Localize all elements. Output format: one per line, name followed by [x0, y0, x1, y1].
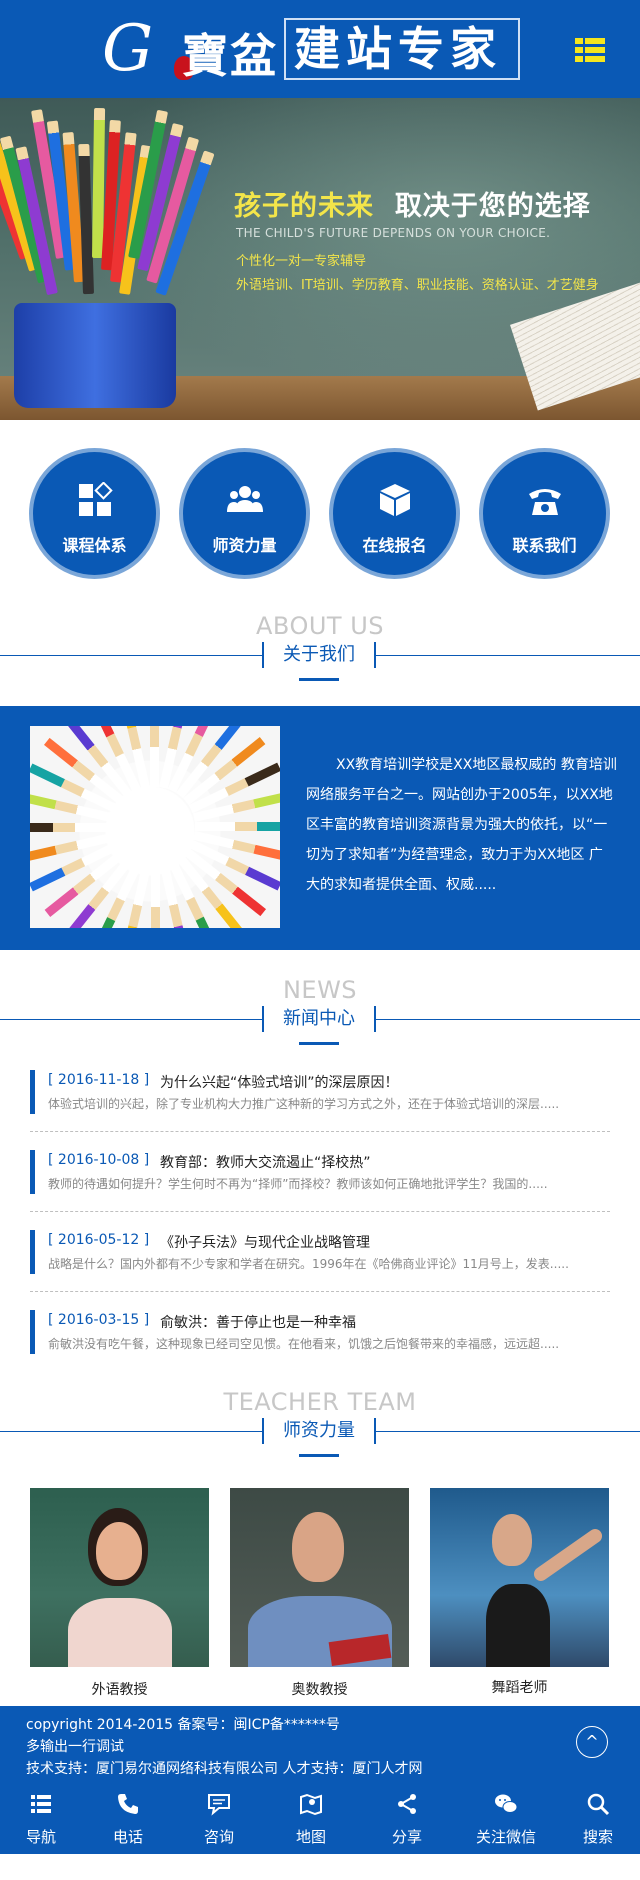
- section-heading-en: TEACHER TEAM: [223, 1388, 417, 1416]
- quick-nav-signup[interactable]: 在线报名: [329, 448, 460, 579]
- quick-nav-label: 师资力量: [212, 536, 277, 555]
- bottom-nav-consult[interactable]: 咨询: [174, 1780, 264, 1854]
- section-heading-en: ABOUT US: [255, 612, 384, 640]
- teacher-card[interactable]: 舞蹈老师: [430, 1488, 609, 1697]
- colored-pencil-shape: [150, 726, 159, 787]
- teachers-heading: TEACHER TEAM 师资力量: [0, 1388, 640, 1468]
- site-logo[interactable]: G 寶盆 建站专家: [102, 14, 522, 84]
- chat-icon: [208, 1794, 230, 1816]
- bottom-nav-bar: 导航 电话 咨询 地图 分享 关注微信 搜索: [0, 1780, 640, 1854]
- search-icon: [587, 1793, 610, 1816]
- logo-letter: G: [102, 12, 154, 86]
- section-heading-cn: 师资力量: [262, 1418, 376, 1444]
- teacher-photo[interactable]: [430, 1488, 609, 1667]
- footer-support: 技术支持：厦门易尔通网络科技有限公司 人才支持：厦门人才网: [26, 1761, 423, 1777]
- quick-nav-courses[interactable]: 课程体系: [29, 448, 160, 579]
- bottom-nav-label: 电话: [112, 1828, 143, 1846]
- news-item[interactable]: [ 2016-11-18 ] 为什么兴起“体验式培训”的深层原因！ 体验式培训的…: [30, 1070, 610, 1132]
- teacher-card[interactable]: 外语教授: [30, 1488, 209, 1699]
- news-title[interactable]: 《孙子兵法》与现代企业战略管理: [160, 1232, 370, 1252]
- bottom-nav-label: 导航: [25, 1828, 56, 1846]
- teacher-photo[interactable]: [30, 1488, 209, 1667]
- teacher-name: 奥数教授: [291, 1682, 348, 1698]
- banner-subtitle-en: THE CHILD'S FUTURE DEPENDS ON YOUR CHOIC…: [236, 226, 551, 240]
- footer-copyright: copyright 2014-2015 备案号：闽ICP备******号: [26, 1717, 340, 1733]
- teacher-name: 外语教授: [91, 1682, 148, 1698]
- news-summary: 战略是什么？国内外都有不少专家和学者在研究。1996年在《哈佛商业评论》11月号…: [48, 1257, 569, 1271]
- list-icon: [31, 1795, 51, 1813]
- bottom-nav-label: 搜索: [582, 1828, 613, 1846]
- bottom-nav-wechat[interactable]: 关注微信: [456, 1780, 556, 1854]
- news-item[interactable]: [ 2016-10-08 ] 教育部：教师大交流遏止“择校热” 教师的待遇如何提…: [30, 1150, 610, 1212]
- bottom-nav-guide[interactable]: 导航: [0, 1780, 82, 1854]
- logo-slogan-text: 建站专家: [284, 18, 520, 80]
- banner-line-2: 外语培训、IT培训、学历教育、职业技能、资格认证、才艺健身: [236, 278, 599, 293]
- grid-diamond-icon: [79, 482, 113, 516]
- bottom-nav-label: 关注微信: [475, 1828, 536, 1846]
- news-summary: 体验式培训的兴起，除了专业机构大力推广这种新的学习方式之外，还在于体验式培训的深…: [48, 1097, 560, 1111]
- colored-pencil-shape: [151, 867, 160, 928]
- pencil-cup: [14, 303, 176, 408]
- teacher-photo[interactable]: [230, 1488, 409, 1667]
- bottom-nav-label: 咨询: [203, 1828, 234, 1846]
- bottom-nav-phone[interactable]: 电话: [82, 1780, 174, 1854]
- news-item[interactable]: [ 2016-03-15 ] 俞敏洪：善于停止也是一种幸福 俞敏洪没有吃午餐，这…: [30, 1310, 610, 1372]
- phone-icon: [118, 1794, 138, 1814]
- colored-pencils-image: [30, 726, 280, 928]
- section-heading-cn: 新闻中心: [262, 1006, 376, 1032]
- site-footer: copyright 2014-2015 备案号：闽ICP备******号 多输出…: [0, 1706, 640, 1780]
- footer-debug-line: 多输出一行调试: [26, 1739, 124, 1755]
- news-summary: 教师的待遇如何提升？学生何时不再为“择师”而择校？教师该如何正确地批评学生？我国…: [48, 1177, 548, 1191]
- news-item[interactable]: [ 2016-05-12 ] 《孙子兵法》与现代企业战略管理 战略是什么？国内外…: [30, 1230, 610, 1292]
- teacher-name: 舞蹈老师: [491, 1680, 548, 1696]
- people-group-icon: [227, 486, 263, 512]
- about-heading: ABOUT US 关于我们: [0, 612, 640, 692]
- section-heading-en: NEWS: [282, 976, 358, 1004]
- back-to-top-button[interactable]: ^: [576, 1726, 608, 1758]
- hamburger-menu-icon[interactable]: [575, 38, 605, 62]
- news-heading: NEWS 新闻中心: [0, 976, 640, 1056]
- teacher-card[interactable]: 奥数教授: [230, 1488, 409, 1699]
- news-title[interactable]: 教育部：教师大交流遏止“择校热”: [160, 1152, 371, 1172]
- about-text[interactable]: XX教育培训学校是XX地区最权威的 教育培训网络服务平台之一。网站创办于2005…: [306, 750, 618, 900]
- banner-line-1: 个性化一对一专家辅导: [236, 254, 367, 269]
- share-icon: [398, 1794, 416, 1814]
- section-heading-cn: 关于我们: [262, 642, 376, 668]
- news-date: [ 2016-10-08 ]: [48, 1152, 150, 1168]
- news-date: [ 2016-11-18 ]: [48, 1072, 150, 1088]
- bottom-nav-label: 地图: [295, 1828, 326, 1846]
- news-summary: 俞敏洪没有吃午餐，这种现象已经司空见惯。在他看来，饥饿之后饱餐带来的幸福感，远远…: [48, 1337, 560, 1351]
- quick-nav-label: 在线报名: [362, 536, 427, 555]
- bottom-nav-label: 分享: [391, 1828, 422, 1846]
- quick-nav-label: 联系我们: [512, 536, 577, 555]
- banner-title: 孩子的未来 取决于您的选择: [234, 191, 591, 222]
- bottom-nav-map[interactable]: 地图: [264, 1780, 358, 1854]
- map-icon: [300, 1793, 322, 1816]
- wechat-icon: [495, 1794, 518, 1813]
- colored-pencil-shape: [30, 823, 115, 832]
- site-header: G 寶盆 建站专家: [0, 0, 640, 98]
- bottom-nav-search[interactable]: 搜索: [556, 1780, 640, 1854]
- news-date: [ 2016-05-12 ]: [48, 1232, 150, 1248]
- bottom-nav-share[interactable]: 分享: [358, 1780, 456, 1854]
- news-title[interactable]: 俞敏洪：善于停止也是一种幸福: [160, 1312, 356, 1332]
- logo-brand-text: 寶盆: [182, 29, 278, 83]
- quick-nav-contact[interactable]: 联系我们: [479, 448, 610, 579]
- news-title[interactable]: 为什么兴起“体验式培训”的深层原因！: [160, 1072, 399, 1092]
- colored-pencil-shape: [195, 822, 280, 831]
- news-date: [ 2016-03-15 ]: [48, 1312, 150, 1328]
- telephone-icon: [529, 489, 561, 515]
- about-section: XX教育培训学校是XX地区最权威的 教育培训网络服务平台之一。网站创办于2005…: [0, 706, 640, 950]
- quick-nav: 课程体系 师资力量 在线报名 联系我们: [0, 448, 640, 583]
- cube-icon: [380, 484, 410, 516]
- quick-nav-label: 课程体系: [62, 536, 127, 555]
- hero-banner[interactable]: 孩子的未来 取决于您的选择 THE CHILD'S FUTURE DEPENDS…: [0, 98, 640, 420]
- quick-nav-teachers[interactable]: 师资力量: [179, 448, 310, 579]
